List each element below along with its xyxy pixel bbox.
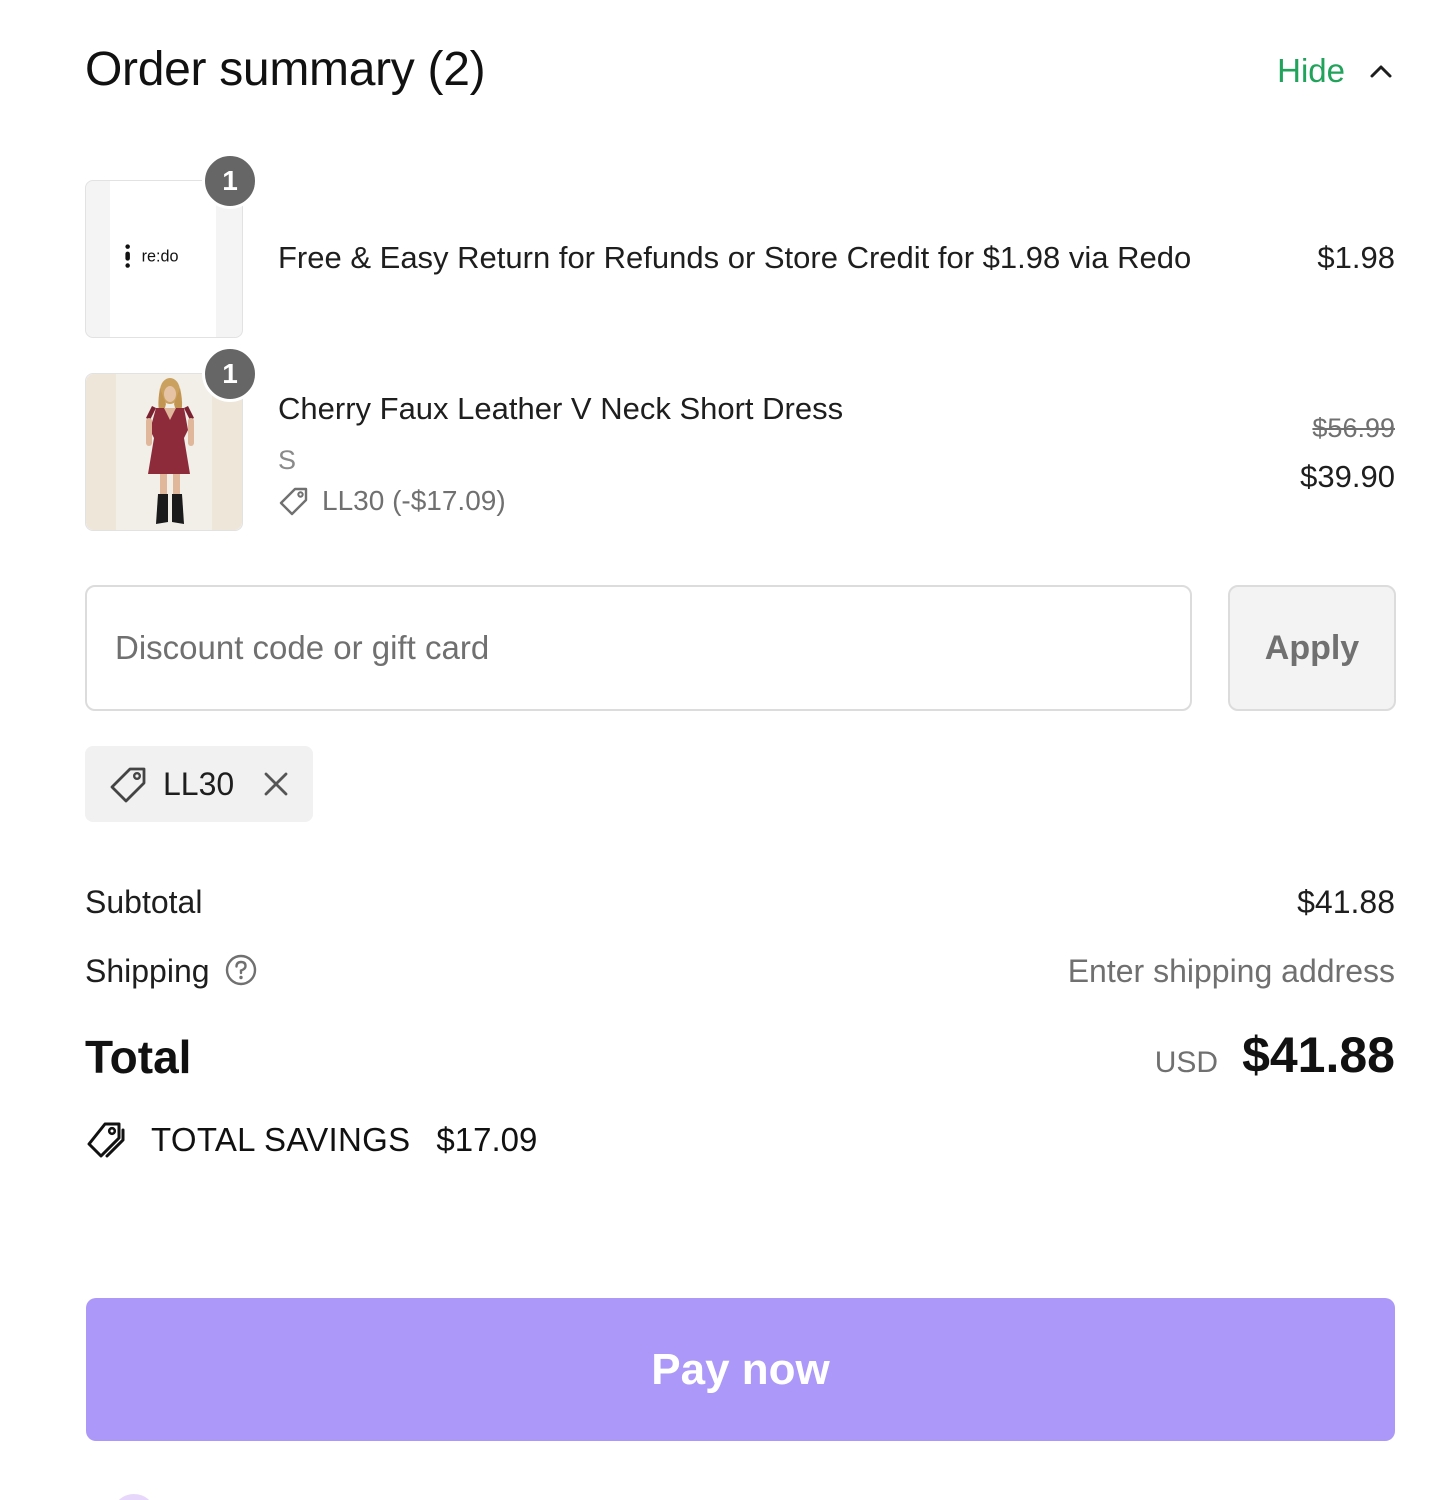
item-price: $39.90 [1300, 459, 1395, 494]
total-savings-value: $17.09 [436, 1121, 538, 1158]
shipping-label-wrap: Shipping [85, 953, 258, 990]
shipping-row: Shipping Enter shipping address [85, 953, 1395, 993]
help-circle-icon[interactable] [224, 953, 258, 987]
product-thumbnail: re:do 1 [85, 153, 258, 338]
shipping-label: Shipping [85, 953, 210, 989]
item-original-price: $56.99 [1312, 413, 1395, 443]
partial-icon [112, 1494, 156, 1500]
total-row: Total USD $41.88 [85, 1026, 1395, 1086]
item-name: Cherry Faux Leather V Neck Short Dress [278, 391, 844, 426]
savings-tag-icon [87, 1122, 125, 1158]
shipping-value: Enter shipping address [1067, 953, 1395, 989]
quantity-badge: 1 [202, 153, 258, 209]
total-savings: TOTAL SAVINGS $17.09 [85, 1118, 537, 1162]
order-summary-title: Order summary (2) [85, 43, 486, 96]
tag-icon [110, 767, 146, 803]
total-value-wrap: USD $41.88 [1155, 1026, 1395, 1084]
item-name: Free & Easy Return for Refunds or Store … [278, 240, 1192, 275]
applied-code-label: LL30 [163, 765, 235, 802]
subtotal-row: Subtotal $41.88 [85, 884, 1395, 924]
item-discount: LL30 (-$17.09) [278, 485, 506, 517]
quantity-badge: 1 [202, 346, 258, 402]
apply-discount-button[interactable]: Apply [1228, 585, 1396, 711]
line-item: re:do 1 Free & Easy Return for Refunds o… [85, 153, 1395, 338]
total-value: $41.88 [1242, 1027, 1395, 1083]
subtotal-value: $41.88 [1297, 884, 1395, 920]
redo-logo: re:do [125, 244, 179, 268]
discount-code-input[interactable] [85, 585, 1192, 711]
product-thumbnail: 1 [85, 346, 258, 531]
line-item: 1 Cherry Faux Leather V Neck Short Dress… [85, 346, 1395, 531]
item-variant: S [278, 445, 297, 475]
item-discount-label: LL30 (-$17.09) [322, 485, 506, 516]
applied-discount-chip: LL30 [85, 746, 313, 822]
currency-code: USD [1154, 1046, 1219, 1079]
order-summary-header: Order summary (2) Hide [85, 40, 1395, 110]
chevron-up-icon [1370, 65, 1392, 78]
total-savings-label: TOTAL SAVINGS [151, 1121, 411, 1158]
total-label: Total [85, 1031, 192, 1083]
discount-form: Apply [85, 585, 1396, 711]
pay-now-button[interactable]: Pay now [86, 1298, 1395, 1441]
item-price: $1.98 [1317, 240, 1395, 275]
hide-summary-toggle[interactable]: Hide [1277, 52, 1395, 90]
tag-icon [279, 487, 308, 516]
subtotal-label: Subtotal [85, 884, 203, 920]
svg-text:re:do: re:do [142, 248, 179, 266]
close-icon[interactable] [260, 768, 292, 800]
hide-summary-label: Hide [1277, 52, 1345, 89]
